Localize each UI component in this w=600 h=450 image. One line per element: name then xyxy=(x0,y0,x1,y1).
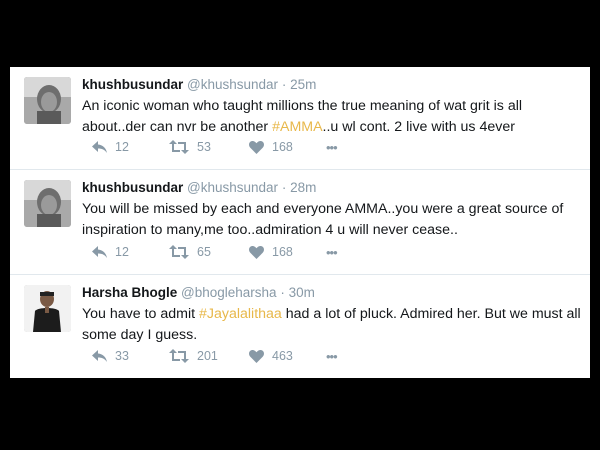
tweet-text-part: You will be missed by each and everyone … xyxy=(82,201,564,238)
retweet-icon xyxy=(169,349,189,363)
like-button[interactable]: 463 xyxy=(249,349,293,363)
timestamp[interactable]: 30m xyxy=(289,285,315,300)
tweet-text: You have to admit #Jayalalithaa had a lo… xyxy=(82,304,582,345)
reply-button[interactable]: 33 xyxy=(92,349,129,363)
retweet-count: 65 xyxy=(197,245,211,259)
avatar[interactable] xyxy=(24,77,71,124)
retweet-count: 201 xyxy=(197,349,218,363)
reply-button[interactable]: 12 xyxy=(92,140,129,154)
like-icon xyxy=(249,140,264,154)
more-button[interactable]: ••• xyxy=(326,140,338,155)
more-icon: ••• xyxy=(326,140,338,155)
reply-icon xyxy=(92,140,107,153)
avatar[interactable] xyxy=(24,285,71,332)
like-button[interactable]: 168 xyxy=(249,245,293,259)
retweet-count: 53 xyxy=(197,140,211,154)
reply-count: 33 xyxy=(115,349,129,363)
tweet-text: An iconic woman who taught millions the … xyxy=(82,96,582,137)
like-count: 168 xyxy=(272,140,293,154)
like-count: 168 xyxy=(272,245,293,259)
reply-count: 12 xyxy=(115,245,129,259)
retweet-button[interactable]: 53 xyxy=(169,140,211,154)
author-name[interactable]: khushbusundar xyxy=(82,77,183,92)
author-name[interactable]: khushbusundar xyxy=(82,180,183,195)
hashtag-link[interactable]: #AMMA xyxy=(272,119,322,135)
tweet-text-part: ..u wl cont. 2 live with us 4ever xyxy=(322,118,515,135)
tweet-text: You will be missed by each and everyone … xyxy=(82,199,582,240)
like-icon xyxy=(249,245,264,259)
tweet-header: khushbusundar @khushsundar · 25m xyxy=(82,77,316,92)
more-icon: ••• xyxy=(326,349,338,364)
reply-count: 12 xyxy=(115,140,129,154)
timeline: khushbusundar @khushsundar · 25m An icon… xyxy=(10,67,590,378)
like-button[interactable]: 168 xyxy=(249,140,293,154)
reply-icon xyxy=(92,245,107,258)
like-icon xyxy=(249,349,264,363)
like-count: 463 xyxy=(272,349,293,363)
more-button[interactable]: ••• xyxy=(326,349,338,364)
more-button[interactable]: ••• xyxy=(326,245,338,260)
author-name[interactable]: Harsha Bhogle xyxy=(82,285,177,300)
author-handle[interactable]: @khushsundar xyxy=(187,77,278,92)
tweet[interactable]: khushbusundar @khushsundar · 25m An icon… xyxy=(10,67,590,169)
tweet-actions: 33 201 463 ••• xyxy=(82,349,382,367)
tweet-text-part: You have to admit xyxy=(82,306,199,322)
separator: · xyxy=(280,285,285,300)
author-handle[interactable]: @khushsundar xyxy=(187,180,278,195)
separator: · xyxy=(281,180,287,195)
reply-button[interactable]: 12 xyxy=(92,245,129,259)
retweet-icon xyxy=(169,245,189,259)
tweet[interactable]: Harsha Bhogle @bhogleharsha · 30m You ha… xyxy=(10,275,590,378)
tweet-header: khushbusundar @khushsundar · 28m xyxy=(82,180,316,195)
tweet[interactable]: khushbusundar @khushsundar · 28m You wil… xyxy=(10,170,590,274)
hashtag-link[interactable]: #Jayalalithaa xyxy=(199,306,282,322)
reply-icon xyxy=(92,349,107,362)
tweet-header: Harsha Bhogle @bhogleharsha · 30m xyxy=(82,285,315,300)
retweet-icon xyxy=(169,140,189,154)
separator: · xyxy=(281,77,287,92)
tweet-actions: 12 65 168 ••• xyxy=(82,245,382,263)
timestamp[interactable]: 25m xyxy=(290,77,316,92)
timestamp[interactable]: 28m xyxy=(290,180,316,195)
more-icon: ••• xyxy=(326,245,338,260)
tweet-actions: 12 53 168 ••• xyxy=(82,140,382,158)
retweet-button[interactable]: 65 xyxy=(169,245,211,259)
author-handle[interactable]: @bhogleharsha xyxy=(181,285,277,300)
retweet-button[interactable]: 201 xyxy=(169,349,218,363)
avatar[interactable] xyxy=(24,180,71,227)
